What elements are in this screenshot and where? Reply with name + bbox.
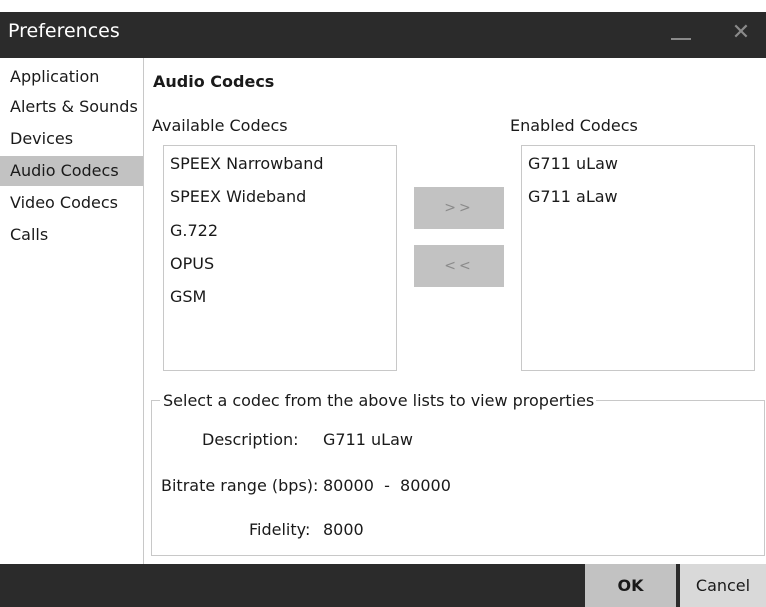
cancel-button[interactable]: Cancel	[680, 564, 766, 607]
sidebar: Application Alerts & Sounds Devices Audi…	[0, 58, 144, 564]
add-codec-button[interactable]: >>	[414, 187, 504, 229]
bitrate-value: 80000 - 80000	[323, 476, 451, 495]
group-border	[596, 400, 765, 401]
page-title: Audio Codecs	[153, 72, 275, 91]
list-item[interactable]: SPEEX Wideband	[170, 185, 306, 209]
fidelity-value: 8000	[323, 520, 364, 539]
enabled-codecs-list[interactable]: G711 uLaw G711 aLaw	[521, 145, 755, 371]
properties-legend: Select a codec from the above lists to v…	[163, 391, 595, 410]
title-bar: Preferences ✕	[0, 0, 766, 58]
close-icon[interactable]: ✕	[730, 22, 752, 44]
description-label: Description:	[202, 430, 299, 449]
list-item[interactable]: G.722	[170, 219, 218, 243]
fidelity-label: Fidelity:	[249, 520, 311, 539]
sidebar-item-video-codecs[interactable]: Video Codecs	[0, 188, 143, 218]
description-value: G711 uLaw	[323, 430, 413, 449]
group-border	[151, 400, 160, 401]
list-item[interactable]: SPEEX Narrowband	[170, 152, 324, 176]
bitrate-label: Bitrate range (bps):	[161, 476, 319, 495]
top-strip	[0, 0, 766, 12]
available-codecs-label: Available Codecs	[152, 116, 288, 135]
sidebar-item-devices[interactable]: Devices	[0, 124, 143, 154]
sidebar-item-alerts-sounds[interactable]: Alerts & Sounds	[0, 92, 143, 122]
minimize-icon[interactable]	[671, 38, 691, 40]
list-item[interactable]: GSM	[170, 285, 206, 309]
enabled-codecs-label: Enabled Codecs	[510, 116, 638, 135]
available-codecs-list[interactable]: SPEEX Narrowband SPEEX Wideband G.722 OP…	[163, 145, 397, 371]
sidebar-item-audio-codecs[interactable]: Audio Codecs	[0, 156, 143, 186]
list-item[interactable]: G711 aLaw	[528, 185, 618, 209]
list-item[interactable]: G711 uLaw	[528, 152, 618, 176]
list-item[interactable]: OPUS	[170, 252, 214, 276]
sidebar-item-calls[interactable]: Calls	[0, 220, 143, 250]
window-title: Preferences	[8, 20, 120, 42]
ok-button[interactable]: OK	[585, 564, 676, 607]
sidebar-item-application[interactable]: Application	[0, 62, 143, 92]
remove-codec-button[interactable]: <<	[414, 245, 504, 287]
